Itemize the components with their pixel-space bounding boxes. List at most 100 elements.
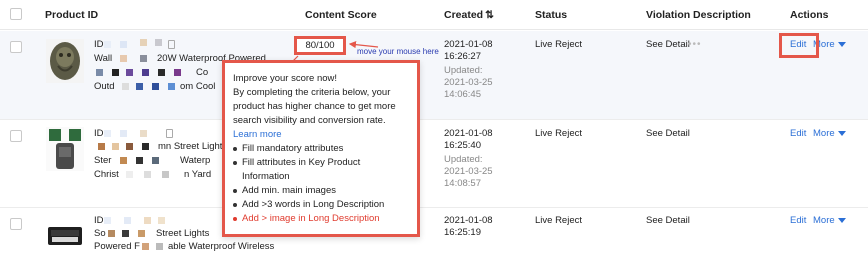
status-text: Live Reject xyxy=(535,39,582,50)
redaction-mosaic xyxy=(140,39,147,46)
product-title: So xyxy=(94,228,106,239)
learn-more-link[interactable]: Learn more xyxy=(233,128,409,142)
select-all-checkbox[interactable] xyxy=(10,8,22,20)
created-date: 2021-01-08 xyxy=(444,39,493,50)
redaction-mosaic xyxy=(104,41,111,48)
redaction-mosaic xyxy=(168,83,175,90)
redaction-mosaic xyxy=(120,130,127,137)
redaction-mosaic xyxy=(124,217,131,224)
row-checkbox[interactable] xyxy=(10,41,22,53)
updated-time: 14:06:45 xyxy=(444,89,481,100)
product-thumbnail[interactable] xyxy=(46,127,84,171)
redaction-mosaic xyxy=(158,69,165,76)
redaction-mosaic xyxy=(156,243,163,250)
redaction-mosaic xyxy=(142,69,149,76)
redaction-mosaic xyxy=(120,41,127,48)
created-date: 2021-01-08 xyxy=(444,128,493,139)
redaction-mosaic xyxy=(152,157,159,164)
redaction-mosaic xyxy=(104,217,111,224)
redaction-mosaic xyxy=(126,69,133,76)
created-time: 16:25:40 xyxy=(444,140,481,151)
product-title: Outd xyxy=(94,81,115,92)
product-id-label: ID xyxy=(94,128,104,139)
more-dots-icon[interactable]: ••• xyxy=(688,39,702,50)
annotation-text: move your mouse here xyxy=(357,47,439,56)
product-thumbnail[interactable] xyxy=(46,217,84,253)
product-title: Co xyxy=(196,67,209,78)
updated-date: 2021-03-25 xyxy=(444,166,493,177)
product-title: Powered F xyxy=(94,241,140,252)
document-icon xyxy=(166,129,173,138)
redaction-mosaic xyxy=(158,217,165,224)
product-id-label: ID xyxy=(94,215,104,226)
status-text: Live Reject xyxy=(535,128,582,139)
redaction-mosaic xyxy=(112,143,119,150)
see-detail-link[interactable]: See Detail xyxy=(646,39,690,51)
product-title: Christ xyxy=(94,169,119,180)
chevron-down-icon xyxy=(837,41,846,47)
column-created-label: Created xyxy=(444,9,484,21)
sort-icon[interactable]: ⇅ xyxy=(485,9,494,21)
created-time: 16:26:27 xyxy=(444,51,481,62)
created-date: 2021-01-08 xyxy=(444,215,493,226)
redaction-mosaic xyxy=(104,130,111,137)
product-thumbnail[interactable] xyxy=(46,39,84,83)
column-actions: Actions xyxy=(790,9,829,21)
product-title: Waterp xyxy=(180,155,211,166)
criteria-item: Fill attributes in Key Product Informati… xyxy=(233,156,409,184)
tooltip-body: By completing the criteria below, your p… xyxy=(233,87,396,126)
redaction-mosaic xyxy=(122,83,129,90)
edit-highlight-box xyxy=(779,33,819,58)
table-header: Product ID Content Score Created ⇅ Status… xyxy=(0,0,868,30)
redaction-mosaic xyxy=(126,171,133,178)
see-detail-link[interactable]: See Detail xyxy=(646,128,690,140)
criteria-list: Fill mandatory attributes Fill attribute… xyxy=(233,142,409,226)
row-checkbox[interactable] xyxy=(10,130,22,142)
product-title: n Yard xyxy=(184,169,212,180)
redaction-mosaic xyxy=(122,230,129,237)
redaction-mosaic xyxy=(108,230,115,237)
document-icon xyxy=(168,40,175,49)
redaction-mosaic xyxy=(144,217,151,224)
product-title: able Waterproof Wireless xyxy=(168,241,275,252)
redaction-mosaic xyxy=(136,83,143,90)
created-time: 16:25:19 xyxy=(444,227,481,238)
more-label: More xyxy=(813,215,835,226)
score-tooltip: Improve your score now! By completing th… xyxy=(222,60,420,237)
column-status: Status xyxy=(535,9,568,21)
redaction-mosaic xyxy=(120,55,127,62)
chevron-down-icon xyxy=(837,217,846,223)
redaction-mosaic xyxy=(98,143,105,150)
column-created[interactable]: Created ⇅ xyxy=(444,9,494,21)
updated-label: Updated: xyxy=(444,154,483,165)
table-row: ID So Street Lights Powered F able Water… xyxy=(0,209,868,256)
redaction-mosaic xyxy=(112,69,119,76)
more-dropdown[interactable]: More xyxy=(813,215,846,226)
more-label: More xyxy=(813,128,835,139)
redaction-mosaic xyxy=(162,171,169,178)
redaction-mosaic xyxy=(136,157,143,164)
redaction-mosaic xyxy=(120,157,127,164)
more-dropdown[interactable]: More xyxy=(813,128,846,139)
column-content-score[interactable]: Content Score xyxy=(305,9,377,21)
redaction-mosaic xyxy=(142,143,149,150)
chevron-down-icon xyxy=(837,130,846,136)
criteria-item: Fill mandatory attributes xyxy=(233,142,409,156)
edit-link[interactable]: Edit xyxy=(790,215,806,227)
see-detail-link[interactable]: See Detail xyxy=(646,215,690,227)
product-title: Wall xyxy=(94,53,113,64)
criteria-item: Add >3 words in Long Description xyxy=(233,198,409,212)
product-title: om Cool xyxy=(180,81,216,92)
table-row: ID mn Street Lights Ster Waterp Christ n… xyxy=(0,121,868,208)
content-score-badge[interactable]: 80/100 xyxy=(294,36,346,55)
tooltip-heading: Improve your score now! xyxy=(233,73,338,84)
updated-time: 14:08:57 xyxy=(444,178,481,189)
criteria-item-incomplete: Add > image in Long Description xyxy=(233,212,409,226)
redaction-mosaic xyxy=(140,130,147,137)
product-id-label: ID xyxy=(94,39,104,50)
redaction-mosaic xyxy=(174,69,181,76)
row-checkbox[interactable] xyxy=(10,218,22,230)
edit-link[interactable]: Edit xyxy=(790,128,806,140)
redaction-mosaic xyxy=(152,83,159,90)
product-title: Street Lights xyxy=(156,228,210,239)
